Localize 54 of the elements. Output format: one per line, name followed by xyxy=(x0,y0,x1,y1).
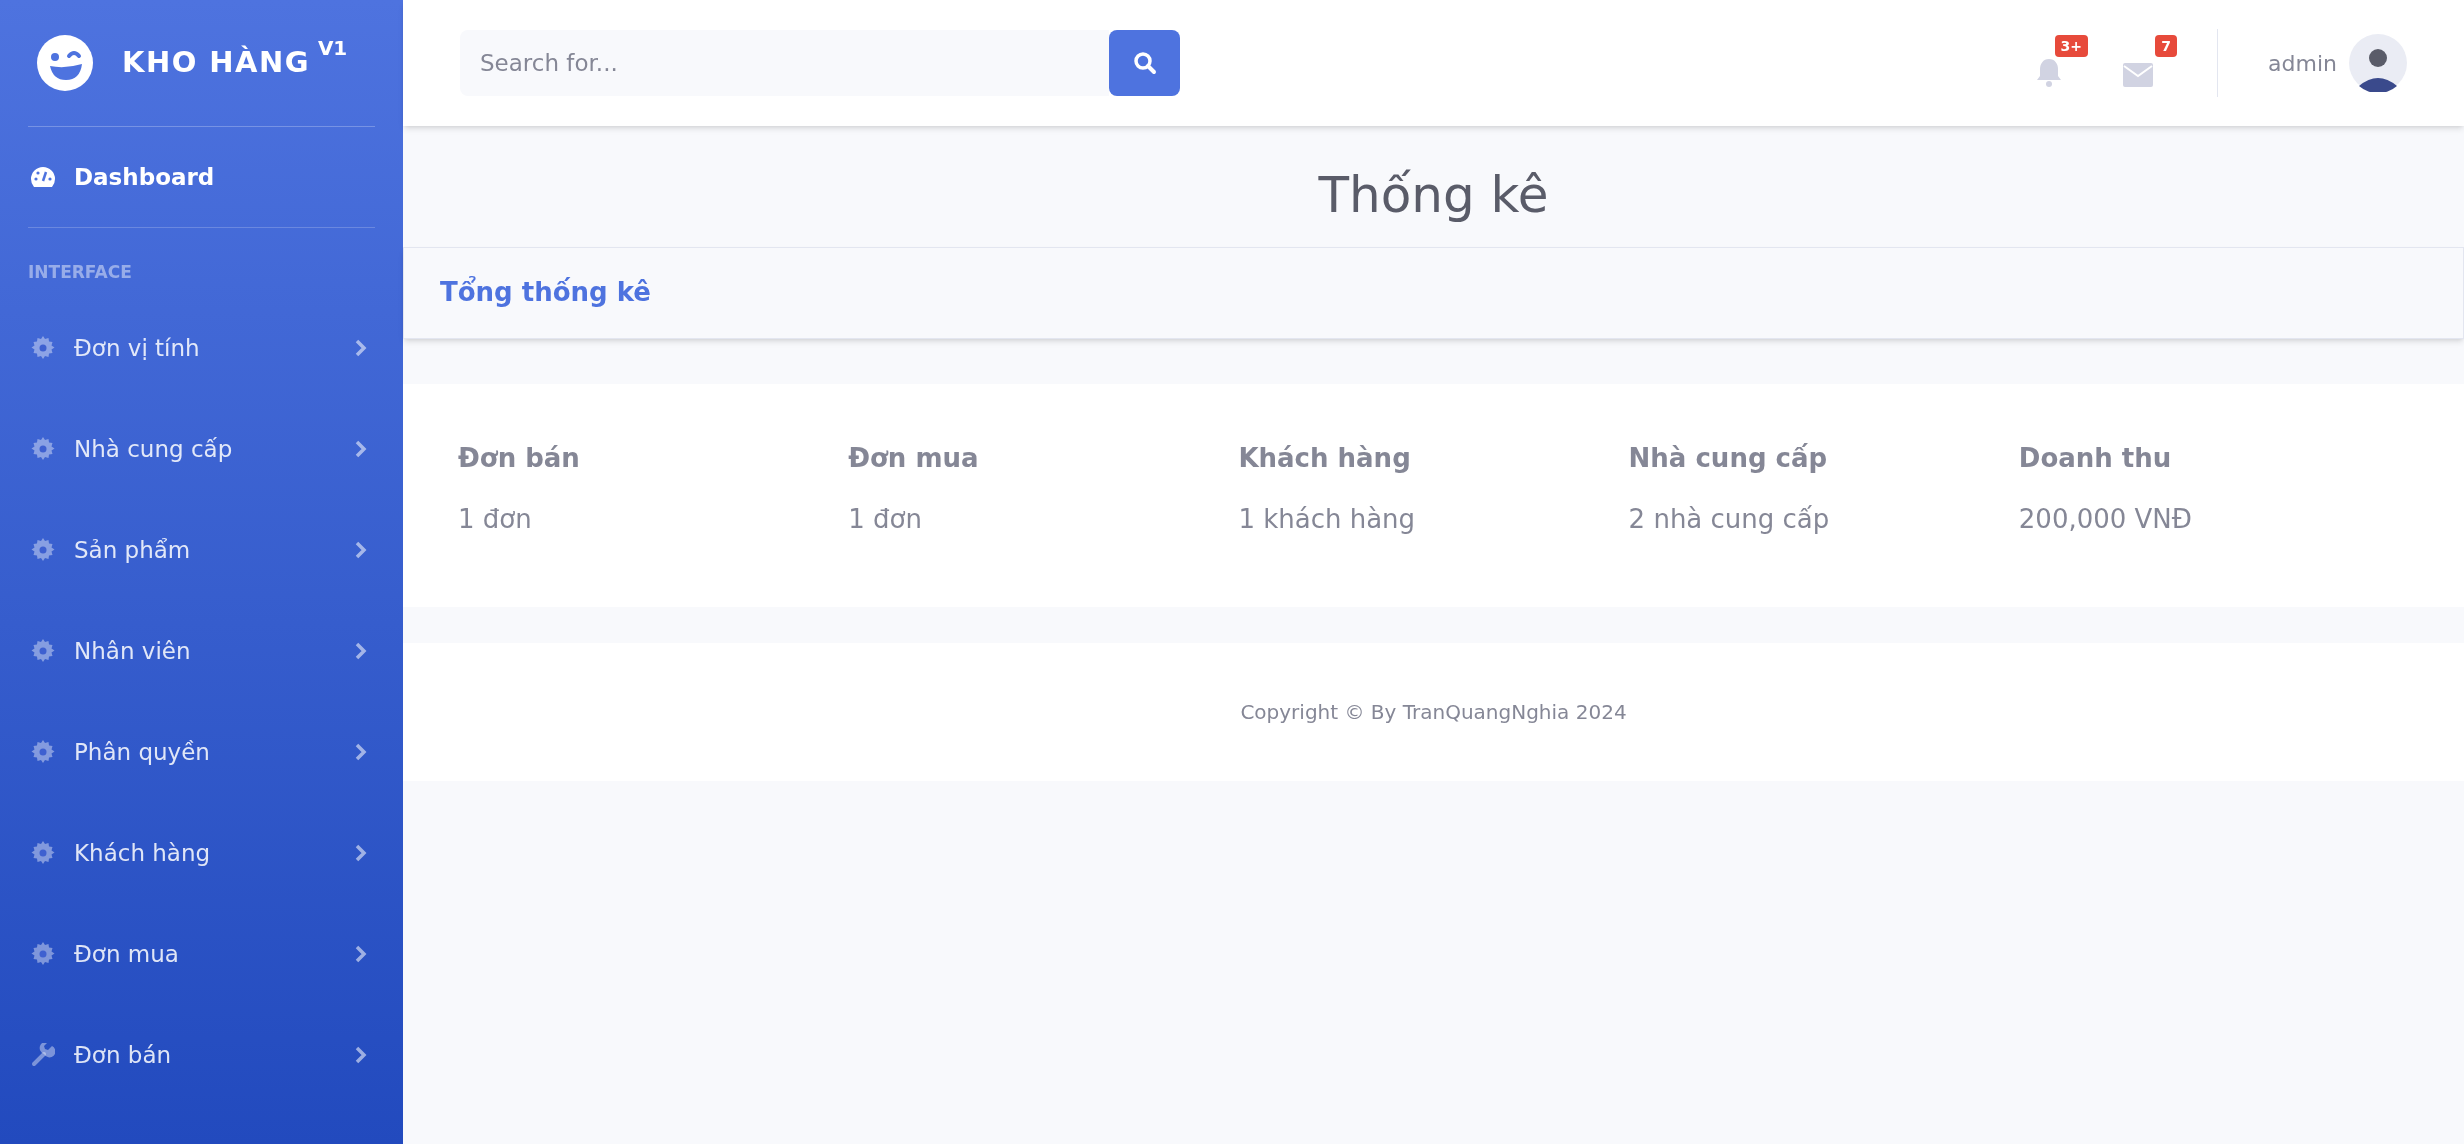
section-heading: INTERFACE xyxy=(27,261,133,284)
chevron-right-icon xyxy=(355,339,367,357)
brand-name: KHO HÀNG xyxy=(122,44,310,82)
card-title: Tổng thống kê xyxy=(440,275,651,309)
gear-icon xyxy=(31,336,55,360)
message-badge: 7 xyxy=(2155,35,2178,57)
gear-icon xyxy=(31,437,55,461)
nav-item[interactable]: Khách hàng xyxy=(0,802,403,904)
nav-item[interactable]: Nhân viên xyxy=(0,600,403,702)
stat-value: 2 nhà cung cấp xyxy=(1628,502,1830,536)
messages-button[interactable]: 7 xyxy=(2123,35,2178,91)
stat-label: Doanh thu xyxy=(2018,441,2172,475)
stat-label: Khách hàng xyxy=(1238,441,1411,475)
search-field[interactable]: Search for... xyxy=(460,30,1109,96)
chevron-right-icon xyxy=(355,945,367,963)
stat-label: Nhà cung cấp xyxy=(1628,441,1828,475)
bell-icon xyxy=(2036,57,2063,87)
stat-value: 1 đơn xyxy=(458,502,532,536)
nav-item[interactable]: Đơn mua xyxy=(0,903,403,1005)
logo-icon xyxy=(36,34,94,92)
chevron-right-icon xyxy=(355,440,367,458)
notification-badge: 3+ xyxy=(2054,35,2089,57)
chevron-right-icon xyxy=(355,642,367,660)
search-icon xyxy=(1132,51,1157,75)
gear-icon xyxy=(31,639,55,663)
chevron-right-icon xyxy=(355,1046,367,1064)
stat-value: 1 đơn xyxy=(848,502,922,536)
chevron-right-icon xyxy=(355,844,367,862)
nav-item[interactable]: Sản phẩm xyxy=(0,499,403,601)
avatar-icon[interactable] xyxy=(2349,34,2407,92)
stat-value: 1 khách hàng xyxy=(1238,502,1416,536)
alerts-button[interactable]: 3+ xyxy=(2028,35,2089,91)
gauge-icon xyxy=(30,166,56,188)
copyright-text: Copyright © By TranQuangNghia 2024 xyxy=(1240,698,1627,726)
gear-icon xyxy=(31,942,55,966)
stat-value: 200,000 VNĐ xyxy=(2018,502,2192,536)
nav-item[interactable]: Phân quyền xyxy=(0,701,403,803)
nav-item[interactable]: Nhà cung cấp xyxy=(0,398,403,500)
search-button[interactable] xyxy=(1109,30,1180,96)
chevron-right-icon xyxy=(355,743,367,761)
gear-icon xyxy=(31,538,55,562)
wrench-icon xyxy=(31,1043,55,1067)
page-title: Thống kê xyxy=(1317,165,1550,226)
stat-label: Đơn bán xyxy=(458,441,580,475)
version-label: V1 xyxy=(317,35,348,63)
nav-item[interactable]: Đơn vị tính xyxy=(0,297,403,399)
envelope-icon xyxy=(2123,63,2154,87)
gear-icon xyxy=(31,740,55,764)
nav-item[interactable]: Dashboard xyxy=(0,127,403,227)
username[interactable]: admin xyxy=(2268,46,2337,80)
chevron-right-icon xyxy=(355,541,367,559)
nav-item[interactable]: Đơn bán xyxy=(0,1004,403,1106)
stat-label: Đơn mua xyxy=(848,441,979,475)
gear-icon xyxy=(31,841,55,865)
